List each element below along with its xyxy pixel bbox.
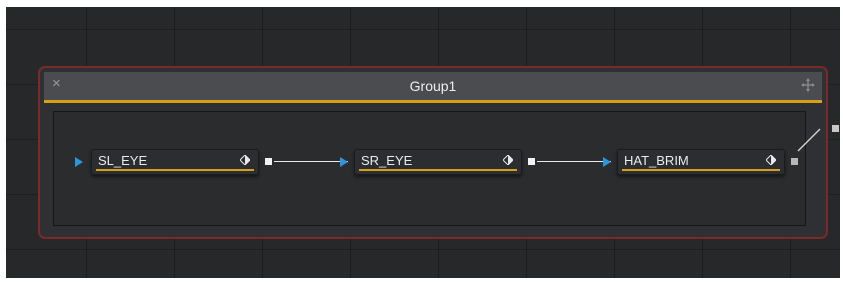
outgoing-connection-line[interactable] bbox=[796, 125, 826, 155]
input-arrow-icon[interactable] bbox=[75, 157, 83, 167]
output-port[interactable] bbox=[528, 158, 535, 165]
tool-label: SR_EYE bbox=[361, 153, 413, 168]
view-diamond-icon[interactable] bbox=[766, 155, 776, 165]
node-editor-canvas[interactable]: × Group1 SL_EYE SR_EYE HAT_BRIM bbox=[6, 7, 840, 278]
tool-label: HAT_BRIM bbox=[624, 153, 689, 168]
tool-accent-line bbox=[359, 169, 517, 171]
group-header-accent bbox=[44, 100, 822, 103]
input-arrow-icon[interactable] bbox=[603, 157, 611, 167]
tool-accent-line bbox=[96, 169, 254, 171]
tool-accent-line bbox=[622, 169, 780, 171]
view-diamond-icon[interactable] bbox=[240, 155, 250, 165]
tool-node-sr-eye[interactable]: SR_EYE bbox=[354, 149, 522, 175]
group-header[interactable]: × Group1 bbox=[44, 72, 822, 100]
group-body[interactable]: SL_EYE SR_EYE HAT_BRIM bbox=[53, 111, 806, 226]
move-icon[interactable] bbox=[800, 77, 816, 93]
tool-node-sl-eye[interactable]: SL_EYE bbox=[91, 149, 259, 175]
group-output-port[interactable] bbox=[832, 125, 839, 132]
view-diamond-icon[interactable] bbox=[503, 155, 513, 165]
connection-line[interactable] bbox=[537, 161, 611, 162]
tool-node-hat-brim[interactable]: HAT_BRIM bbox=[617, 149, 785, 175]
connection-line[interactable] bbox=[274, 161, 348, 162]
input-arrow-icon[interactable] bbox=[340, 157, 348, 167]
output-port[interactable] bbox=[265, 158, 272, 165]
group-title: Group1 bbox=[409, 78, 457, 94]
tool-label: SL_EYE bbox=[98, 153, 148, 168]
group-node[interactable]: × Group1 SL_EYE SR_EYE HAT_BRIM bbox=[38, 66, 828, 239]
output-port[interactable] bbox=[791, 158, 798, 165]
